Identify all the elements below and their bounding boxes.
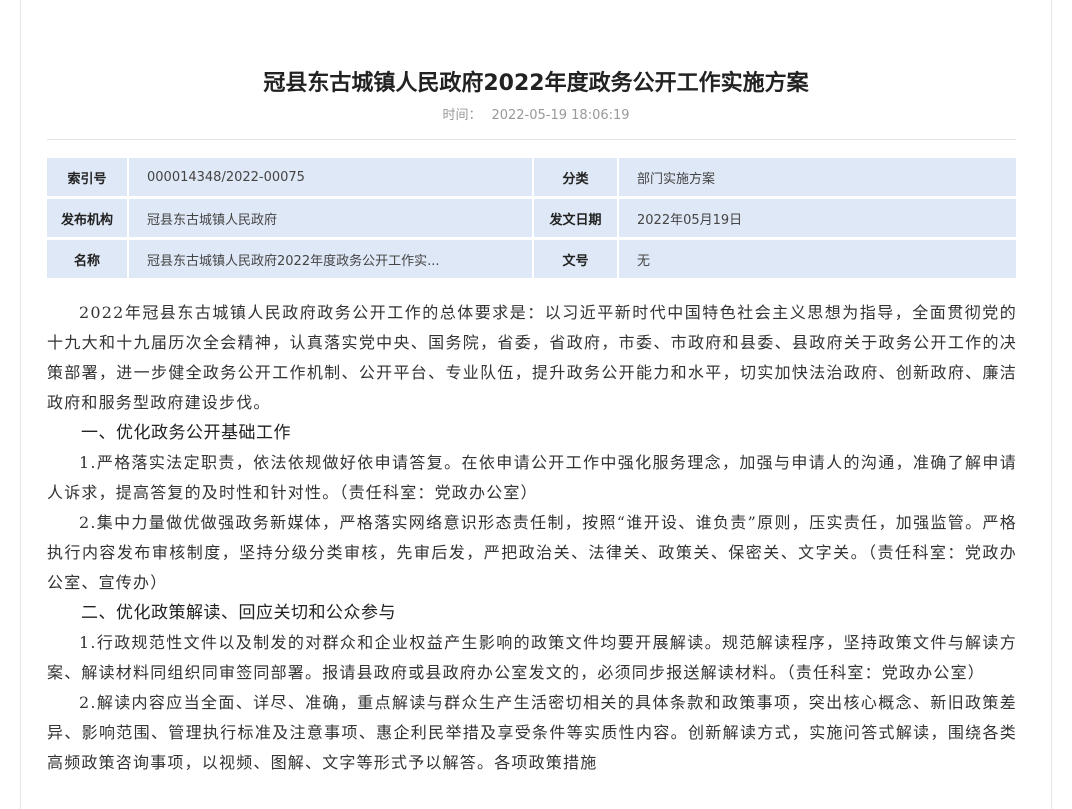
metadata-table: 索引号 000014348/2022-00075 分类 部门实施方案 发布机构 …: [47, 158, 1016, 281]
time-label: 时间：: [442, 108, 482, 123]
date-value: 2022年05月19日: [619, 199, 1016, 237]
category-label: 分类: [534, 158, 617, 196]
metadata-row: 发布机构 冠县东古城镇人民政府 发文日期 2022年05月19日: [47, 199, 1016, 237]
paragraph: 1.严格落实法定职责，依法依规做好依申请答复。在依申请公开工作中强化服务理念，加…: [47, 453, 1017, 502]
name-value: 冠县东古城镇人民政府2022年度政务公开工作实...: [129, 240, 532, 278]
metadata-row: 索引号 000014348/2022-00075 分类 部门实施方案: [47, 158, 1016, 196]
title-divider: [47, 139, 1016, 140]
index-value: 000014348/2022-00075: [129, 158, 532, 196]
metadata-row: 名称 冠县东古城镇人民政府2022年度政务公开工作实... 文号 无: [47, 240, 1016, 278]
paragraph: 1.行政规范性文件以及制发的对群众和企业权益产生影响的政策文件均要开展解读。规范…: [47, 633, 1017, 682]
index-label: 索引号: [47, 158, 127, 196]
date-label: 发文日期: [534, 199, 617, 237]
docno-value: 无: [619, 240, 1016, 278]
time-value: 2022-05-19 18:06:19: [491, 108, 630, 123]
paragraph: 2.集中力量做优做强政务新媒体，严格落实网络意识形态责任制，按照“谁开设、谁负责…: [47, 513, 1017, 592]
docno-label: 文号: [534, 240, 617, 278]
paragraph: 2.解读内容应当全面、详尽、准确，重点解读与群众生产生活密切相关的具体条款和政策…: [47, 693, 1017, 772]
intro-paragraph: 2022年冠县东古城镇人民政府政务公开工作的总体要求是：以习近平新时代中国特色社…: [47, 303, 1017, 412]
publisher-label: 发布机构: [47, 199, 127, 237]
category-value: 部门实施方案: [619, 158, 1016, 196]
publisher-value: 冠县东古城镇人民政府: [129, 199, 532, 237]
article-body: 2022年冠县东古城镇人民政府政务公开工作的总体要求是：以习近平新时代中国特色社…: [47, 298, 1017, 778]
name-label: 名称: [47, 240, 127, 278]
section-heading: 二、优化政策解读、回应关切和公众参与: [81, 603, 396, 623]
article-title: 冠县东古城镇人民政府2022年度政务公开工作实施方案: [263, 71, 809, 96]
publish-time: 时间： 2022-05-19 18:06:19: [0, 104, 1072, 123]
section-heading: 一、优化政务公开基础工作: [81, 423, 291, 443]
